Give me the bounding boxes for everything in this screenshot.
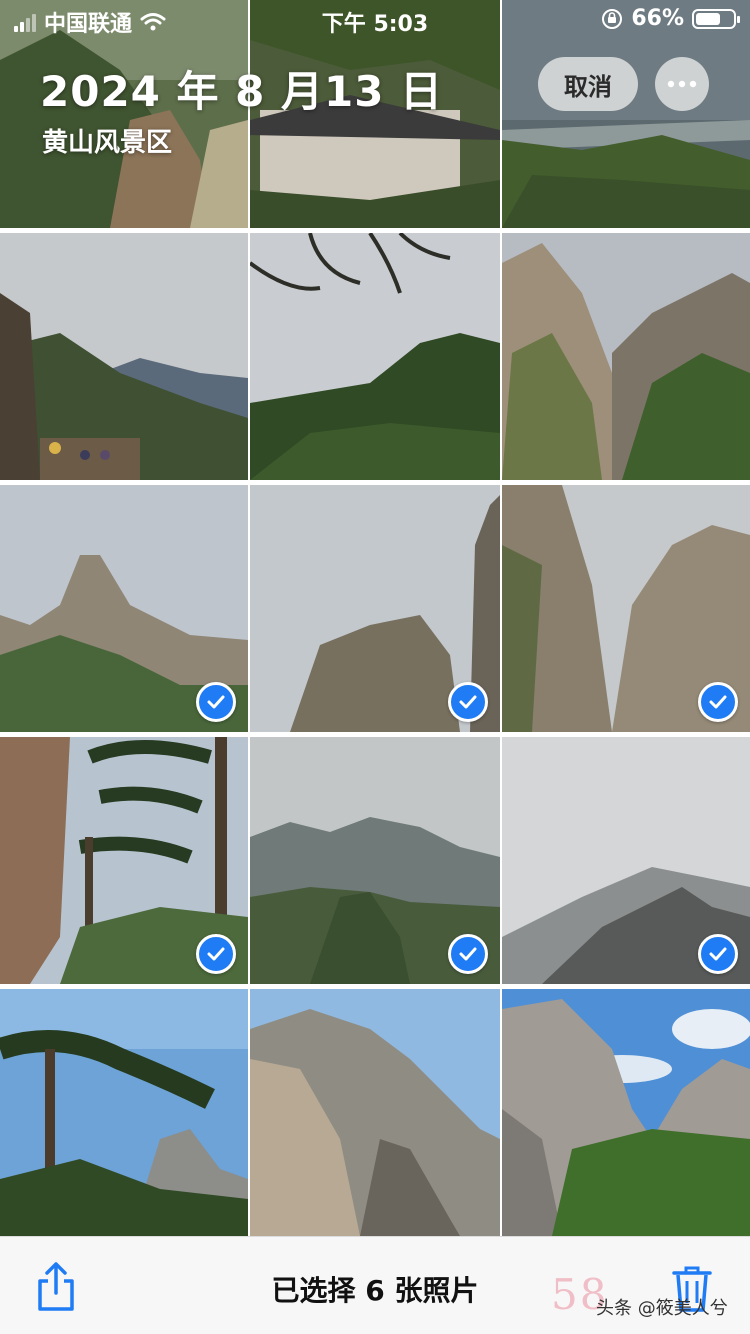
ellipsis-icon: [667, 80, 697, 88]
photo-tile[interactable]: [0, 485, 248, 732]
photo-tile[interactable]: [0, 989, 248, 1236]
selected-check-icon[interactable]: [196, 934, 236, 974]
photo-image: [502, 233, 750, 480]
photo-image: [250, 989, 500, 1236]
selected-check-icon[interactable]: [196, 682, 236, 722]
battery-icon: [692, 8, 740, 29]
photo-tile[interactable]: [502, 233, 750, 480]
status-right: 66%: [601, 6, 740, 31]
photo-selection-screen: 中国联通 下午 5:03 66% 2024 年 8 月13 日 黄山风景区 取消: [0, 0, 750, 1334]
photo-tile[interactable]: [502, 989, 750, 1236]
cancel-button[interactable]: 取消: [538, 57, 638, 111]
photo-tile[interactable]: [250, 989, 500, 1236]
orientation-lock-icon: [602, 8, 623, 29]
photo-image: [0, 989, 248, 1236]
photo-tile[interactable]: [0, 737, 248, 984]
selected-check-icon[interactable]: [448, 934, 488, 974]
selected-check-icon[interactable]: [698, 682, 738, 722]
photo-grid: [0, 0, 750, 1236]
photo-tile[interactable]: [502, 737, 750, 984]
photo-tile[interactable]: [250, 737, 500, 984]
selected-check-icon[interactable]: [448, 682, 488, 722]
photo-tile[interactable]: [502, 485, 750, 732]
photo-image: [502, 989, 750, 1236]
watermark-text: 头条 @筱美人兮: [596, 1298, 728, 1319]
page-title: 2024 年 8 月13 日: [40, 67, 444, 116]
photo-tile[interactable]: [0, 233, 248, 480]
status-bar: 中国联通 下午 5:03 66%: [0, 0, 750, 40]
more-button[interactable]: [655, 57, 709, 111]
selected-check-icon[interactable]: [698, 934, 738, 974]
battery-percent: 66%: [631, 6, 684, 31]
photo-tile[interactable]: [250, 233, 500, 480]
photo-tile[interactable]: [250, 485, 500, 732]
location-subtitle: 黄山风景区: [42, 128, 173, 158]
photo-image: [250, 233, 500, 480]
photo-image: [0, 233, 248, 480]
